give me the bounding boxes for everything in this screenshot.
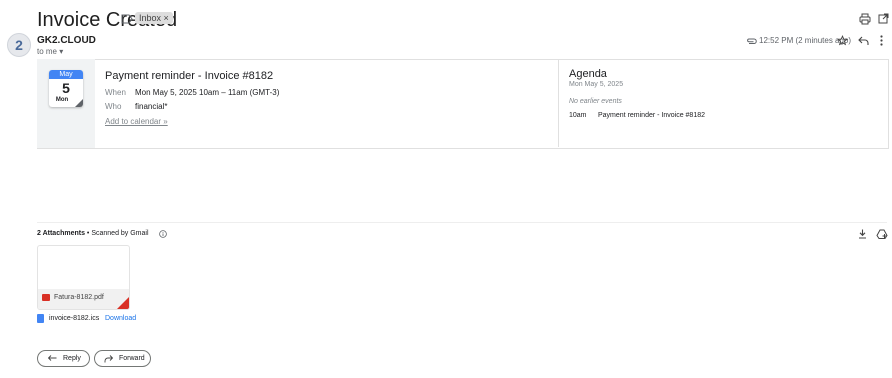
who-value: financial* — [135, 102, 168, 111]
attachments-header: 2 Attachments • Scanned by Gmail — [37, 230, 149, 237]
agenda-date: Mon May 5, 2025 — [569, 81, 624, 88]
sender-name[interactable]: GK2.CLOUD — [37, 35, 96, 46]
ics-download-link[interactable]: Download — [105, 315, 136, 322]
attachment-filename: Fatura-8182.pdf — [54, 294, 104, 301]
recipients-toggle[interactable]: to me ▾ — [37, 47, 63, 56]
info-icon[interactable] — [159, 230, 167, 238]
agenda-title: Agenda — [569, 68, 607, 80]
label-icon[interactable] — [121, 13, 133, 25]
attachments-divider — [37, 222, 887, 223]
pdf-icon — [42, 294, 50, 301]
reply-icon — [48, 355, 57, 361]
reply-button[interactable]: Reply — [37, 350, 90, 367]
add-to-calendar-link[interactable]: Add to calendar » — [105, 117, 168, 126]
calendar-weekday: Mon — [55, 97, 69, 103]
file-icon — [37, 314, 44, 323]
when-value: Mon May 5, 2025 10am – 11am (GMT-3) — [135, 88, 280, 97]
event-title: Payment reminder - Invoice #8182 — [105, 70, 274, 82]
calendar-month: May — [49, 70, 83, 79]
attachments-count: 2 Attachments — [37, 230, 85, 237]
download-icon[interactable] — [857, 228, 867, 239]
forward-icon — [104, 354, 113, 362]
inbox-label-chip[interactable]: Inbox × — [135, 12, 173, 24]
print-icon[interactable] — [858, 12, 872, 26]
page-fold-decoration — [75, 99, 83, 107]
calendar-day: 5 — [62, 80, 70, 96]
agenda-event-title[interactable]: Payment reminder - Invoice #8182 — [598, 112, 705, 119]
more-vert-icon[interactable] — [877, 34, 885, 46]
forward-button[interactable]: Forward — [94, 350, 151, 367]
star-icon[interactable] — [836, 34, 848, 46]
add-to-drive-icon[interactable] — [876, 228, 888, 239]
when-label: When — [105, 88, 126, 97]
reply-label: Reply — [63, 355, 81, 362]
agenda-divider — [558, 60, 559, 147]
agenda-no-earlier-events: No earlier events — [569, 98, 622, 105]
forward-label: Forward — [119, 355, 145, 362]
who-label: Who — [105, 102, 122, 111]
attachment-icon — [746, 36, 757, 45]
pdf-corner-decoration — [117, 297, 129, 309]
calendar-date-icon: May 5 Mon — [49, 70, 83, 107]
open-in-new-window-icon[interactable] — [877, 12, 890, 25]
scanned-by-gmail: • Scanned by Gmail — [84, 230, 149, 237]
attachment-card-pdf[interactable]: Fatura-8182.pdf — [37, 245, 130, 310]
sender-avatar[interactable]: 2 — [7, 33, 31, 57]
reply-icon[interactable] — [857, 35, 869, 46]
ics-attachment-name[interactable]: invoice-8182.ics — [49, 315, 99, 322]
agenda-event-time: 10am — [569, 112, 587, 119]
